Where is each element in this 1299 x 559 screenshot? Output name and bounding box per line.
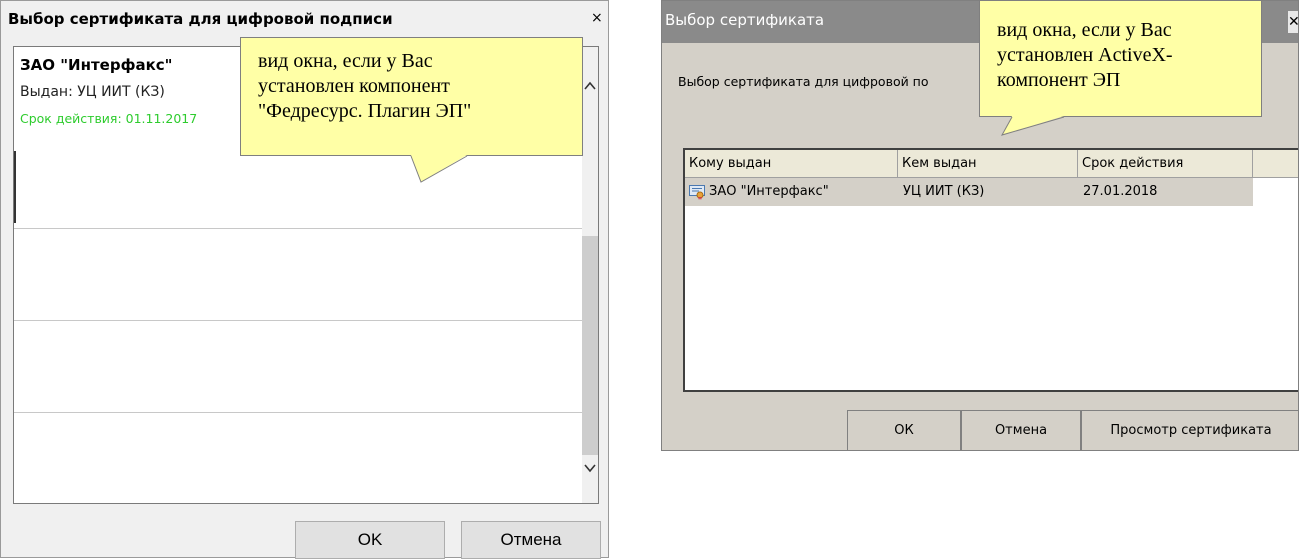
callout-line: установлен ActiveX- [997, 44, 1173, 66]
certificate-table: Кому выдан Кем выдан Срок действия ЗАО "… [683, 148, 1298, 392]
scrollbar-thumb[interactable] [582, 236, 598, 455]
table-row[interactable]: ЗАО "Интерфакс" УЦ ИИТ (КЗ) 27.01.2018 [685, 178, 1253, 206]
column-header-expires[interactable]: Срок действия [1078, 150, 1253, 178]
chevron-down-icon[interactable] [582, 457, 598, 479]
cancel-button[interactable]: Отмена [461, 521, 601, 559]
list-item[interactable] [14, 229, 582, 321]
column-header-issued-to[interactable]: Кому выдан [685, 150, 898, 178]
callout-line: вид окна, если у Вас [258, 50, 433, 72]
callout-pointer [1000, 116, 1065, 136]
callout-line: вид окна, если у Вас [997, 19, 1172, 41]
cell-issued-to: ЗАО "Интерфакс" [709, 184, 829, 199]
callout-plugin: вид окна, если у Вас установлен компонен… [240, 37, 583, 183]
chevron-up-icon[interactable] [582, 75, 598, 97]
certificate-validity: Срок действия: 01.11.2017 [20, 111, 198, 126]
cell-expires: 27.01.2018 [1083, 184, 1158, 199]
certificate-issuer: Выдан: УЦ ИИТ (КЗ) [20, 84, 165, 100]
column-header-empty[interactable] [1253, 150, 1298, 178]
ok-button[interactable]: ОК [847, 410, 961, 450]
close-icon[interactable]: ✕ [1288, 11, 1298, 33]
callout-activex: вид окна, если у Вас установлен ActiveX-… [979, 0, 1262, 136]
cancel-button[interactable]: Отмена [961, 410, 1081, 450]
vertical-scrollbar[interactable] [582, 47, 598, 503]
callout-line: "Федресурс. Плагин ЭП" [258, 100, 472, 122]
certificate-icon [689, 185, 705, 200]
ok-button[interactable]: OK [295, 521, 445, 559]
close-icon[interactable]: × [591, 10, 603, 26]
callout-line: установлен компонент [258, 75, 450, 97]
column-header-issued-by[interactable]: Кем выдан [898, 150, 1078, 178]
certificate-name: ЗАО "Интерфакс" [20, 56, 173, 74]
dialog-title: Выбор сертификата [665, 11, 825, 29]
dialog-title: Выбор сертификата для цифровой подписи [8, 10, 393, 28]
callout-pointer [410, 155, 468, 183]
text-caret [14, 151, 16, 223]
list-item[interactable] [14, 321, 582, 413]
dialog-subtitle: Выбор сертификата для цифровой по [678, 74, 929, 89]
view-certificate-button[interactable]: Просмотр сертификата [1081, 410, 1298, 450]
callout-line: компонент ЭП [997, 69, 1121, 91]
list-item[interactable] [14, 413, 582, 503]
cell-issued-by: УЦ ИИТ (КЗ) [903, 184, 985, 199]
